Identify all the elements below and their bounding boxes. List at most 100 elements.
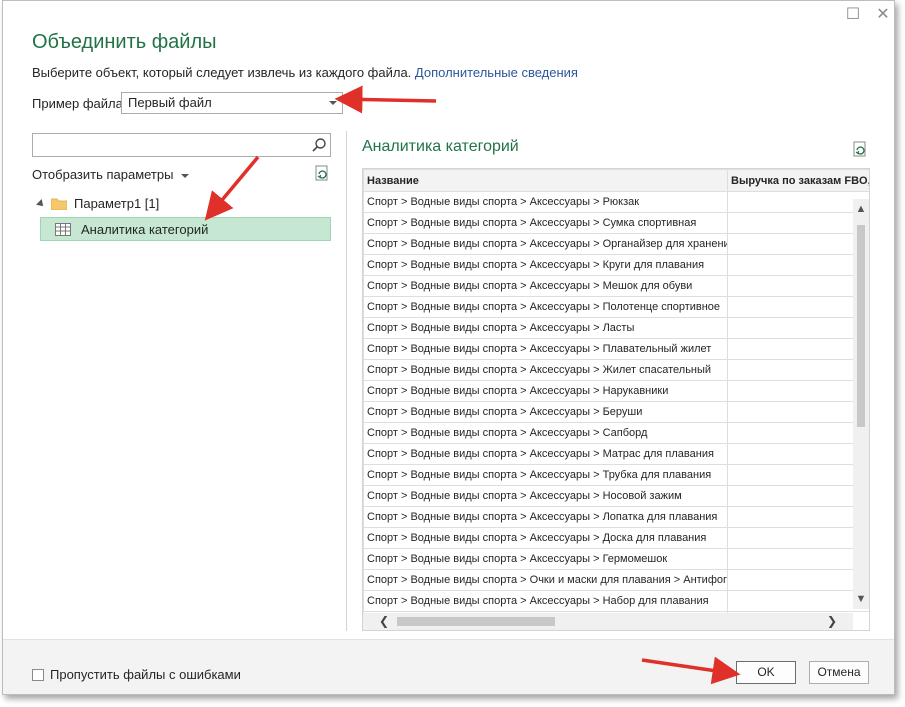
refresh-icon[interactable] [851, 141, 869, 159]
sample-file-label: Пример файла: [32, 96, 127, 111]
table-cell-name[interactable]: Спорт > Водные виды спорта > Аксессуары … [363, 254, 728, 276]
table-cell-name[interactable]: Спорт > Водные виды спорта > Аксессуары … [363, 485, 728, 507]
preview-table: Название Выручка по заказам FBO, р Спорт… [362, 168, 870, 631]
table-row: Спорт > Водные виды спорта > Аксессуары … [363, 359, 869, 381]
scroll-thumb[interactable] [857, 225, 865, 427]
table-row: Спорт > Водные виды спорта > Аксессуары … [363, 422, 869, 444]
table-cell-revenue[interactable] [727, 464, 869, 486]
table-cell-name[interactable]: Спорт > Водные виды спорта > Аксессуары … [363, 233, 728, 255]
scroll-thumb[interactable] [397, 617, 555, 626]
horizontal-scrollbar[interactable]: ❮ ❯ [363, 613, 853, 630]
table-cell-revenue[interactable] [727, 548, 869, 570]
folder-icon [51, 198, 67, 210]
vertical-scrollbar[interactable]: ▲ ▼ [853, 199, 869, 609]
refresh-icon[interactable] [313, 165, 331, 183]
ok-button[interactable]: OK [736, 661, 796, 684]
table-row: Спорт > Водные виды спорта > Аксессуары … [363, 548, 869, 570]
table-cell-revenue[interactable]: 4 [727, 275, 869, 297]
navigator-search-input[interactable] [32, 133, 331, 157]
table-cell-revenue[interactable] [727, 590, 869, 612]
table-header-row: Название Выручка по заказам FBO, р [363, 169, 869, 192]
table-cell-name[interactable]: Спорт > Водные виды спорта > Аксессуары … [363, 401, 728, 423]
table-row: Спорт > Водные виды спорта > Аксессуары … [363, 275, 869, 297]
table-cell-name[interactable]: Спорт > Водные виды спорта > Аксессуары … [363, 422, 728, 444]
table-cell-revenue[interactable] [727, 359, 869, 381]
sample-file-value: Первый файл [128, 95, 212, 110]
table-cell-name[interactable]: Спорт > Водные виды спорта > Аксессуары … [363, 527, 728, 549]
table-icon [55, 222, 71, 236]
learn-more-link[interactable]: Дополнительные сведения [415, 65, 578, 80]
table-row: Спорт > Водные виды спорта > Аксессуары … [363, 485, 869, 507]
table-cell-revenue[interactable] [727, 443, 869, 465]
maximize-icon[interactable]: ☐ [845, 7, 861, 23]
table-row: Спорт > Водные виды спорта > Аксессуары … [363, 506, 869, 528]
table-row: Спорт > Водные виды спорта > Аксессуары … [363, 338, 869, 360]
table-cell-name[interactable]: Спорт > Водные виды спорта > Аксессуары … [363, 548, 728, 570]
table-row: Спорт > Водные виды спорта > Аксессуары … [363, 317, 869, 339]
table-cell-name[interactable]: Спорт > Водные виды спорта > Очки и маск… [363, 569, 728, 591]
skip-errors-checkbox[interactable]: Пропустить файлы с ошибками [32, 667, 241, 682]
skip-errors-label: Пропустить файлы с ошибками [50, 667, 241, 682]
table-cell-name[interactable]: Спорт > Водные виды спорта > Аксессуары … [363, 191, 728, 213]
table-row: Спорт > Водные виды спорта > Аксессуары … [363, 296, 869, 318]
table-cell-name[interactable]: Спорт > Водные виды спорта > Аксессуары … [363, 380, 728, 402]
dialog-title: Объединить файлы [32, 31, 217, 53]
scroll-right-icon[interactable]: ❯ [827, 614, 837, 628]
table-cell-revenue[interactable] [727, 569, 869, 591]
display-options-button[interactable]: Отобразить параметры [32, 167, 190, 182]
table-cell-revenue[interactable] [727, 527, 869, 549]
table-cell-revenue[interactable]: 3. [727, 191, 869, 213]
table-cell-name[interactable]: Спорт > Водные виды спорта > Аксессуары … [363, 359, 728, 381]
table-cell-name[interactable]: Спорт > Водные виды спорта > Аксессуары … [363, 443, 728, 465]
table-row: Спорт > Водные виды спорта > Аксессуары … [363, 233, 869, 255]
table-cell-revenue[interactable]: 4 [727, 233, 869, 255]
scroll-down-icon[interactable]: ▼ [853, 593, 869, 605]
table-cell-name[interactable]: Спорт > Водные виды спорта > Аксессуары … [363, 506, 728, 528]
table-row: Спорт > Водные виды спорта > Аксессуары … [363, 590, 869, 612]
table-cell-name[interactable]: Спорт > Водные виды спорта > Аксессуары … [363, 212, 728, 234]
chevron-down-icon [181, 173, 190, 178]
table-cell-name[interactable]: Спорт > Водные виды спорта > Аксессуары … [363, 296, 728, 318]
checkbox-box[interactable] [32, 668, 44, 681]
table-cell-revenue[interactable] [727, 380, 869, 402]
table-cell-name[interactable]: Спорт > Водные виды спорта > Аксессуары … [363, 464, 728, 486]
cancel-button[interactable]: Отмена [809, 661, 869, 684]
scroll-left-icon[interactable]: ❮ [379, 614, 389, 628]
table-cell-revenue[interactable]: - [727, 296, 869, 318]
table-cell-name[interactable]: Спорт > Водные виды спорта > Аксессуары … [363, 275, 728, 297]
tree-item-label: Аналитика категорий [81, 221, 209, 237]
table-row: Спорт > Водные виды спорта > Аксессуары … [363, 212, 869, 234]
table-row: Спорт > Водные виды спорта > Очки и маск… [363, 569, 869, 591]
expand-triangle-icon[interactable] [36, 198, 46, 209]
table-cell-revenue[interactable] [727, 485, 869, 507]
sample-file-select[interactable]: Первый файл [121, 92, 343, 114]
table-cell-revenue[interactable]: - [727, 212, 869, 234]
search-icon[interactable] [311, 137, 327, 153]
table-row: Спорт > Водные виды спорта > Аксессуары … [363, 254, 869, 276]
column-header[interactable]: Название [363, 169, 728, 192]
table-row: Спорт > Водные виды спорта > Аксессуары … [363, 527, 869, 549]
tree-item-category-analytics[interactable]: Аналитика категорий [40, 217, 331, 241]
table-cell-revenue[interactable]: 4 [727, 254, 869, 276]
table-cell-revenue[interactable] [727, 401, 869, 423]
pane-divider[interactable] [346, 131, 347, 631]
dialog-subtitle: Выберите объект, который следует извлечь… [32, 65, 578, 80]
display-options-label: Отобразить параметры [32, 167, 174, 182]
close-icon[interactable]: ✕ [875, 7, 891, 23]
chevron-down-icon [329, 101, 337, 105]
table-cell-name[interactable]: Спорт > Водные виды спорта > Аксессуары … [363, 338, 728, 360]
combine-files-dialog: ☐ ✕ Объединить файлы Выберите объект, ко… [2, 0, 895, 695]
table-row: Спорт > Водные виды спорта > Аксессуары … [363, 401, 869, 423]
table-cell-revenue[interactable] [727, 506, 869, 528]
table-cell-revenue[interactable] [727, 422, 869, 444]
scroll-up-icon[interactable]: ▲ [853, 203, 869, 215]
table-cell-name[interactable]: Спорт > Водные виды спорта > Аксессуары … [363, 317, 728, 339]
table-row: Спорт > Водные виды спорта > Аксессуары … [363, 443, 869, 465]
tree-folder-label: Параметр1 [1] [74, 196, 160, 211]
preview-title: Аналитика категорий [362, 138, 519, 155]
table-cell-revenue[interactable]: 4 [727, 317, 869, 339]
tree-folder-node[interactable]: Параметр1 [1] [36, 196, 160, 211]
column-header[interactable]: Выручка по заказам FBO, р [727, 169, 869, 192]
table-cell-revenue[interactable]: 4 [727, 338, 869, 360]
table-cell-name[interactable]: Спорт > Водные виды спорта > Аксессуары … [363, 590, 728, 612]
